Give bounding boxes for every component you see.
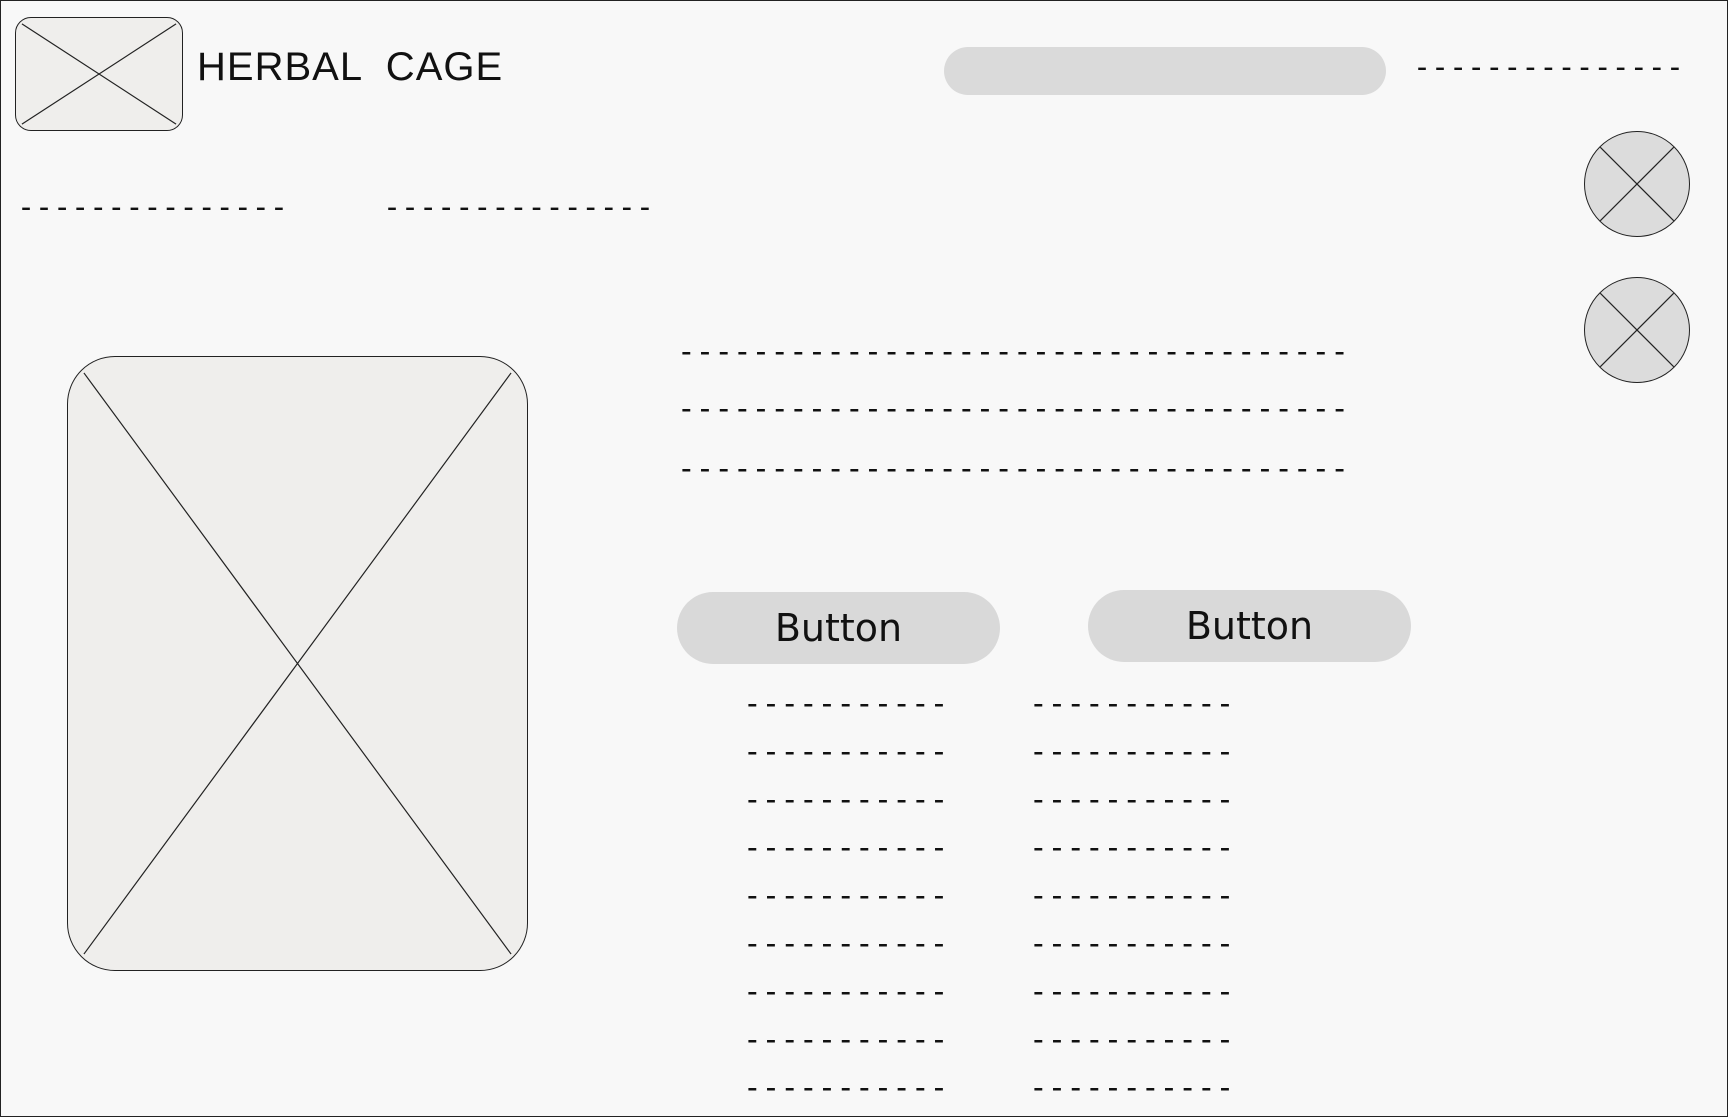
side-image-placeholder-icon[interactable]	[1584, 131, 1690, 237]
detail-item: -----------	[1029, 878, 1235, 914]
page-frame: HERBAL CAGE --------------- ------------…	[0, 0, 1728, 1117]
description-line: ------------------------------------	[677, 394, 1349, 425]
logo-image-placeholder-icon[interactable]	[15, 17, 183, 131]
description-line: ------------------------------------	[677, 454, 1349, 485]
nav-link-2[interactable]: ---------------	[383, 193, 654, 223]
side-image-placeholder-icon[interactable]	[1584, 277, 1690, 383]
details-right-column: ----------- ----------- ----------- ----…	[1029, 686, 1235, 1116]
product-image-placeholder-icon	[67, 356, 528, 971]
detail-item: -----------	[743, 830, 949, 866]
detail-item: -----------	[743, 686, 949, 722]
detail-item: -----------	[743, 878, 949, 914]
detail-item: -----------	[1029, 1022, 1235, 1058]
details-left-column: ----------- ----------- ----------- ----…	[743, 686, 949, 1116]
detail-item: -----------	[743, 974, 949, 1010]
detail-item: -----------	[743, 782, 949, 818]
detail-item: -----------	[1029, 974, 1235, 1010]
detail-item: -----------	[743, 1070, 949, 1106]
detail-item: -----------	[1029, 830, 1235, 866]
search-input[interactable]	[944, 47, 1386, 95]
detail-item: -----------	[1029, 1070, 1235, 1106]
detail-item: -----------	[743, 734, 949, 770]
top-right-link[interactable]: ---------------	[1413, 53, 1684, 83]
detail-item: -----------	[743, 926, 949, 962]
primary-action-button[interactable]: Button	[677, 592, 1000, 664]
description-line: ------------------------------------	[677, 337, 1349, 368]
detail-item: -----------	[1029, 734, 1235, 770]
nav-link-1[interactable]: ---------------	[17, 193, 288, 223]
detail-item: -----------	[1029, 926, 1235, 962]
detail-item: -----------	[743, 1022, 949, 1058]
site-title[interactable]: HERBAL CAGE	[197, 45, 503, 90]
secondary-action-button[interactable]: Button	[1088, 590, 1411, 662]
detail-item: -----------	[1029, 686, 1235, 722]
detail-item: -----------	[1029, 782, 1235, 818]
